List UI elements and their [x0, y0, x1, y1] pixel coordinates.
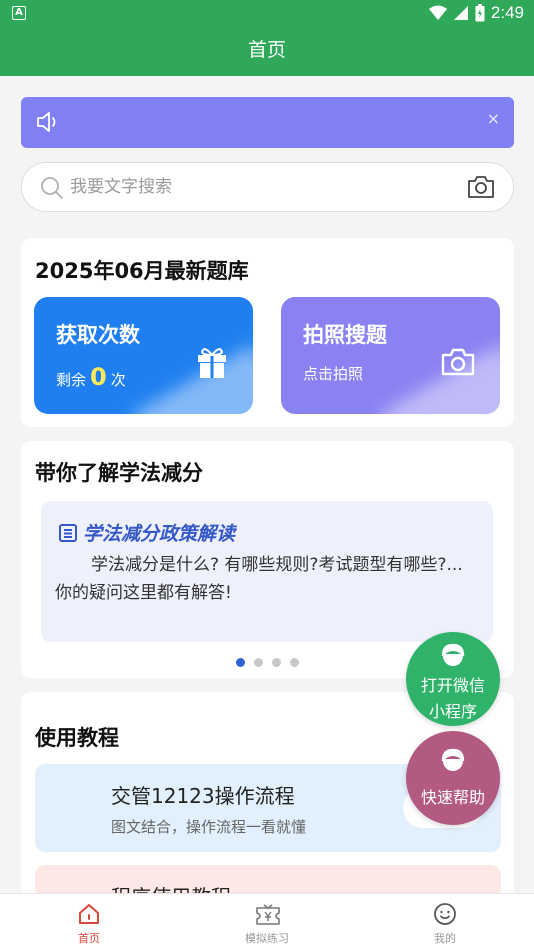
gift-icon	[198, 348, 226, 378]
camera-icon[interactable]	[467, 175, 495, 199]
tab-profile-label: 我的	[434, 932, 456, 945]
app-notification-icon: A	[12, 6, 26, 20]
carousel-dot-active[interactable]	[236, 658, 245, 667]
tab-practice-label: 模拟练习	[245, 932, 289, 945]
policy-card[interactable]: 学法减分政策解读 学法减分是什么? 有哪些规则?考试题型有哪些?...你的疑问这…	[41, 501, 493, 642]
speaker-icon	[37, 112, 56, 132]
camera-icon	[441, 348, 475, 376]
wifi-icon	[428, 5, 447, 20]
policy-card-body: 学法减分是什么? 有哪些规则?考试题型有哪些?...你的疑问这里都有解答!	[55, 555, 463, 603]
remaining-count-text: 剩余 0 次	[56, 363, 126, 391]
photo-search-subtitle: 点击拍照	[303, 365, 364, 383]
tab-home-label: 首页	[78, 932, 100, 945]
support-agent-icon	[441, 643, 465, 666]
tutorial-item-title: 交管12123操作流程	[111, 784, 295, 808]
support-agent-icon	[441, 748, 465, 771]
fetch-count-title: 获取次数	[56, 323, 140, 347]
page-title-bar: 首页	[0, 28, 534, 76]
carousel-indicator	[236, 658, 299, 667]
search-bar	[21, 162, 514, 212]
practice-icon	[256, 904, 280, 925]
tab-home[interactable]: 首页	[0, 894, 178, 950]
signal-icon	[453, 6, 468, 20]
question-bank-title: 2025年06月最新题库	[35, 259, 249, 283]
tutorial-section-title: 使用教程	[35, 726, 119, 750]
remaining-count: 0	[90, 363, 107, 391]
tab-practice[interactable]: 模拟练习	[178, 894, 356, 950]
status-icons: 2:49	[428, 3, 524, 23]
profile-icon	[434, 903, 456, 925]
policy-card-header: 学法减分政策解读	[59, 519, 235, 546]
clock: 2:49	[490, 3, 524, 22]
tile-gloss	[132, 344, 253, 414]
question-bank-card: 2025年06月最新题库 获取次数 剩余 0 次 拍照搜题 点击拍照	[21, 238, 514, 427]
photo-search-tile[interactable]: 拍照搜题 点击拍照	[281, 297, 500, 414]
carousel-dot[interactable]	[272, 658, 281, 667]
quick-help-label: 快速帮助	[420, 788, 485, 807]
fetch-count-tile[interactable]: 获取次数 剩余 0 次	[34, 297, 253, 414]
bottom-tab-bar: 首页 模拟练习 我的	[0, 893, 534, 950]
quick-help-button[interactable]: 快速帮助	[406, 731, 500, 825]
carousel-dot[interactable]	[290, 658, 299, 667]
tab-profile[interactable]: 我的	[356, 894, 534, 950]
battery-icon	[475, 4, 485, 22]
open-wechat-miniprogram-button[interactable]: 打开微信 小程序	[406, 632, 500, 726]
photo-search-title: 拍照搜题	[303, 323, 387, 347]
status-bar: A 2:49	[0, 0, 534, 28]
wechat-label-line-1: 打开微信	[420, 676, 485, 695]
wechat-label-line-2: 小程序	[428, 702, 477, 721]
tutorial-item-subtitle: 图文结合，操作流程一看就懂	[111, 818, 307, 836]
learn-section-title: 带你了解学法减分	[35, 461, 203, 485]
remaining-unit: 次	[110, 371, 126, 389]
search-icon	[41, 177, 63, 199]
document-icon	[59, 523, 77, 542]
policy-card-title: 学法减分政策解读	[83, 523, 236, 545]
page-title: 首页	[247, 39, 286, 61]
home-icon	[79, 904, 99, 924]
search-input[interactable]	[70, 173, 450, 201]
tile-gloss	[379, 344, 500, 414]
carousel-dot[interactable]	[254, 658, 263, 667]
notice-bar[interactable]: ×	[21, 97, 514, 148]
close-icon[interactable]: ×	[487, 109, 500, 128]
remaining-prefix: 剩余	[56, 371, 87, 389]
